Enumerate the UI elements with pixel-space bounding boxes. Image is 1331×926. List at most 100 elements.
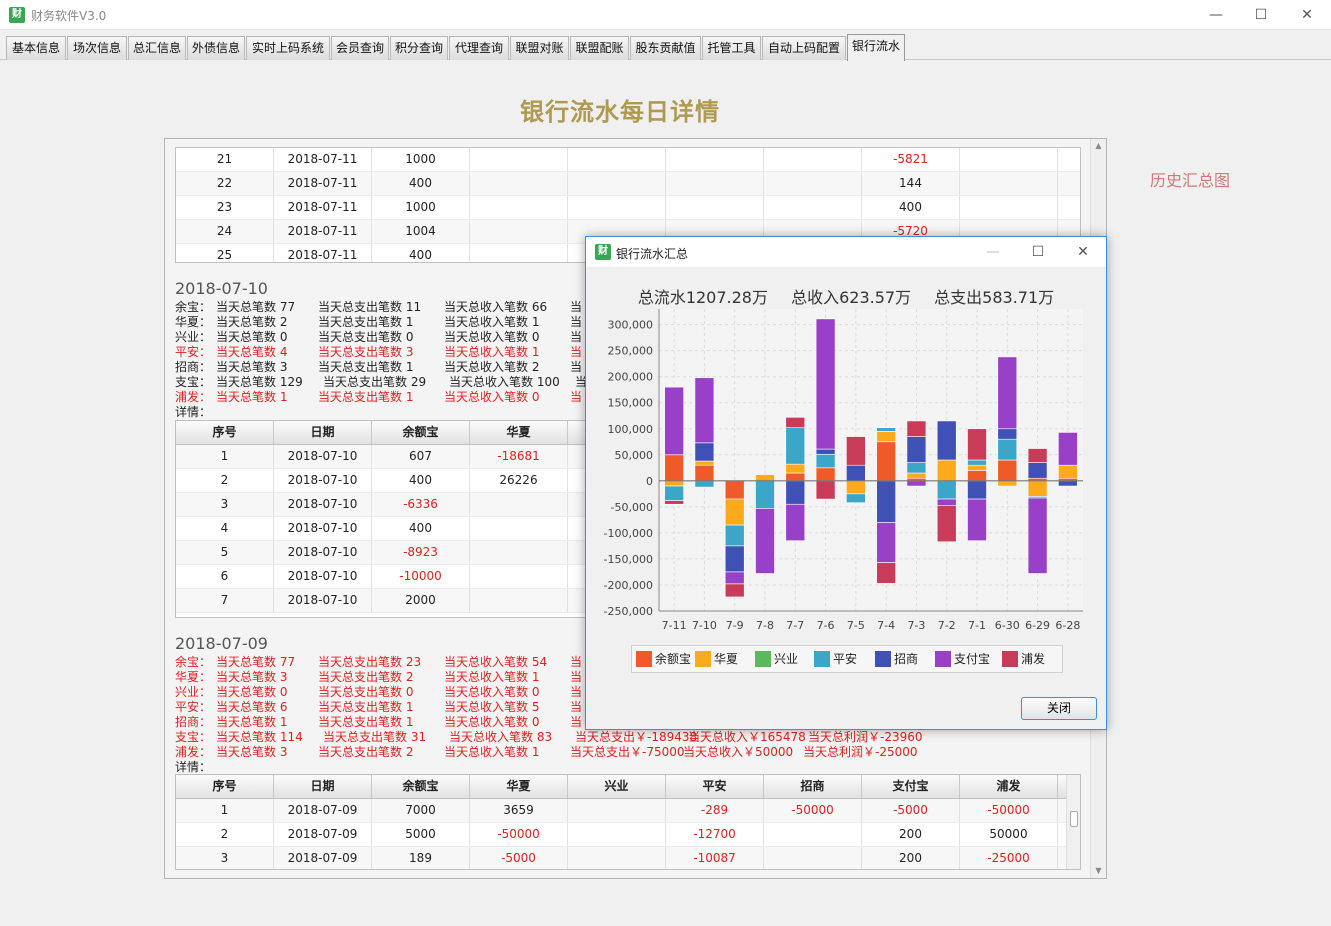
column-header[interactable]: 日期 xyxy=(274,775,372,798)
column-header[interactable]: 华夏 xyxy=(470,775,568,798)
column-header[interactable]: 余额宝 xyxy=(372,775,470,798)
bar-segment xyxy=(785,463,806,474)
bar-segment xyxy=(1058,464,1078,479)
tab-realtime-code[interactable]: 实时上码系统 xyxy=(246,36,330,60)
tab-custody-tools[interactable]: 托管工具 xyxy=(702,36,761,60)
summary-field: 当天总支出￥-75000 xyxy=(570,745,685,759)
table-cell: 607 xyxy=(372,445,470,468)
legend-label: 平安 xyxy=(833,652,858,666)
y-tick-label: 250,000 xyxy=(608,345,654,358)
y-tick-label: -250,000 xyxy=(604,605,653,618)
section-date: 2018-07-10 xyxy=(175,279,268,298)
column-header[interactable]: 序号 xyxy=(176,775,274,798)
bank-flow-summary-dialog: 财 银行流水汇总 — ☐ ✕ 总流水1207.28万 总收入623.57万 总支… xyxy=(585,236,1107,730)
table-row[interactable]: 22 2018-07-11 400 144 xyxy=(176,172,1080,196)
scroll-up-icon[interactable]: ▲ xyxy=(1091,139,1106,153)
tab-alliance-allocation[interactable]: 联盟配账 xyxy=(570,36,629,60)
maximize-button[interactable]: ☐ xyxy=(1238,0,1284,30)
table-row[interactable]: 2 2018-07-09 5000 -50000 -12700 200 50000 xyxy=(176,823,1080,847)
tab-summary-info[interactable]: 总汇信息 xyxy=(128,36,186,60)
maximize-button[interactable]: ☐ xyxy=(1015,237,1061,267)
table-cell: 2 xyxy=(176,469,274,492)
close-button[interactable]: ✕ xyxy=(1060,237,1106,267)
table-row[interactable]: 3 2018-07-09 189 -5000 -10087 200 -25000 xyxy=(176,847,1080,869)
bar-segment xyxy=(876,427,896,432)
y-tick-label: -150,000 xyxy=(604,553,653,566)
table-cell: -5000 xyxy=(862,799,960,822)
tab-bank-flow[interactable]: 银行流水 xyxy=(847,34,905,61)
bar-segment xyxy=(724,583,745,598)
bar-segment xyxy=(785,417,806,429)
legend-label: 招商 xyxy=(894,652,919,666)
table-cell: 2018-07-11 xyxy=(274,172,372,195)
scroll-down-icon[interactable]: ▼ xyxy=(1091,864,1106,878)
y-tick-label: 150,000 xyxy=(608,397,654,410)
tab-debt-info[interactable]: 外债信息 xyxy=(187,36,245,60)
tab-alliance-reconcile[interactable]: 联盟对账 xyxy=(510,36,569,60)
dialog-close-button[interactable]: 关闭 xyxy=(1021,697,1097,720)
history-chart-link[interactable]: 历史汇总图 xyxy=(1150,167,1230,191)
table-cell: -8923 xyxy=(372,541,470,564)
tab-session-info[interactable]: 场次信息 xyxy=(67,36,127,60)
table-cell xyxy=(470,541,568,564)
column-header[interactable]: 招商 xyxy=(764,775,862,798)
bar-segment xyxy=(664,454,684,482)
close-button[interactable]: ✕ xyxy=(1284,0,1330,30)
x-tick-label: 7-2 xyxy=(938,619,956,632)
column-header[interactable]: 浦发 xyxy=(960,775,1058,798)
minimize-button[interactable]: — xyxy=(1193,0,1239,30)
bar-segment xyxy=(997,459,1018,482)
bar-segment xyxy=(815,467,836,482)
bar-segment xyxy=(997,428,1018,440)
tab-agent-query[interactable]: 代理查询 xyxy=(449,36,509,60)
column-header[interactable]: 余额宝 xyxy=(372,421,470,444)
x-tick-label: 6-30 xyxy=(995,619,1020,632)
table-row[interactable]: 23 2018-07-11 1000 400 xyxy=(176,196,1080,220)
bar-segment xyxy=(694,460,715,466)
tab-member-query[interactable]: 会员查询 xyxy=(331,36,389,60)
minimize-button[interactable]: — xyxy=(970,237,1016,267)
summary-field: 当 xyxy=(570,390,583,404)
table-scrollbar[interactable] xyxy=(1066,775,1080,869)
table-cell: 2018-07-11 xyxy=(274,244,372,262)
legend-item: 兴业 xyxy=(755,651,798,667)
y-tick-label: 50,000 xyxy=(615,449,654,462)
legend-item: 浦发 xyxy=(1002,651,1045,667)
legend-swatch xyxy=(1002,651,1018,667)
x-tick-label: 7-7 xyxy=(786,619,804,632)
tab-auto-code-config[interactable]: 自动上码配置 xyxy=(762,36,846,60)
table-cell: 21 xyxy=(176,148,274,171)
legend-swatch xyxy=(755,651,771,667)
bar-segment xyxy=(967,480,987,500)
tab-basic-info[interactable]: 基本信息 xyxy=(6,36,66,60)
column-header[interactable]: 支付宝 xyxy=(862,775,960,798)
summary-field: 当天总支出笔数 2 xyxy=(318,745,414,759)
bar-segment xyxy=(967,470,987,482)
table-row[interactable]: 1 2018-07-09 7000 3659 -289 -50000 -5000 -50000 xyxy=(176,799,1080,823)
table-header: 序号日期余额宝华夏兴业平安招商支付宝浦发 xyxy=(176,775,1080,799)
bar-segment xyxy=(846,464,866,482)
table-cell xyxy=(568,196,666,219)
bar-segment xyxy=(724,545,745,573)
legend-item: 招商 xyxy=(875,651,918,667)
tab-points-query[interactable]: 积分查询 xyxy=(390,36,448,60)
bar-segment xyxy=(1058,480,1078,487)
table-cell xyxy=(470,172,568,195)
column-header[interactable]: 日期 xyxy=(274,421,372,444)
table-row[interactable]: 21 2018-07-11 1000 -5821 xyxy=(176,148,1080,172)
column-header[interactable]: 兴业 xyxy=(568,775,666,798)
scroll-thumb[interactable] xyxy=(1070,811,1078,827)
table-cell: 2018-07-11 xyxy=(274,220,372,243)
legend-label: 华夏 xyxy=(714,652,739,666)
column-header[interactable]: 平安 xyxy=(666,775,764,798)
x-tick-label: 7-11 xyxy=(662,619,687,632)
table-cell: 2018-07-10 xyxy=(274,517,372,540)
column-header[interactable]: 华夏 xyxy=(470,421,568,444)
column-header[interactable]: 序号 xyxy=(176,421,274,444)
table-cell: 1000 xyxy=(372,148,470,171)
table-cell: 24 xyxy=(176,220,274,243)
tab-shareholder-contribution[interactable]: 股东贡献值 xyxy=(630,36,701,60)
bar-segment xyxy=(724,498,745,526)
table-cell xyxy=(666,196,764,219)
table-cell: 400 xyxy=(372,244,470,262)
